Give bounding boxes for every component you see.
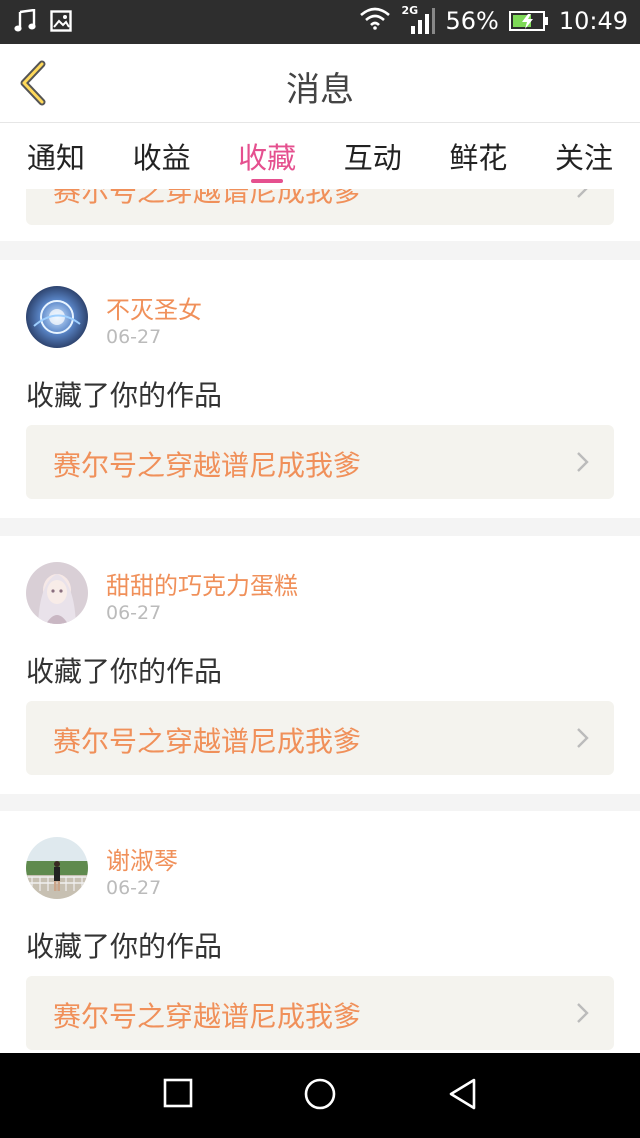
message-list: 赛尔号之穿越谱尼成我爹 不灭圣女 06-27 收藏了你的作品 赛尔号之穿越谱尼成…	[0, 189, 640, 1053]
timestamp: 06-27	[106, 877, 162, 899]
tab-earnings[interactable]: 收益	[130, 123, 194, 189]
username[interactable]: 甜甜的巧克力蛋糕	[106, 566, 298, 601]
battery-icon	[508, 10, 549, 32]
chevron-right-icon	[576, 727, 590, 753]
username[interactable]: 谢淑琴	[106, 841, 178, 876]
image-icon	[50, 10, 72, 36]
clock: 10:49	[558, 7, 628, 35]
username[interactable]: 不灭圣女	[106, 290, 202, 325]
list-item: 甜甜的巧克力蛋糕 06-27 收藏了你的作品 赛尔号之穿越谱尼成我爹	[0, 536, 640, 794]
page-title: 消息	[286, 70, 354, 110]
avatar[interactable]	[26, 562, 88, 624]
signal-icon: 2G	[401, 4, 436, 36]
home-icon	[304, 1078, 336, 1110]
wifi-icon	[359, 6, 391, 36]
work-link[interactable]: 赛尔号之穿越谱尼成我爹	[26, 189, 614, 225]
tab-bar: 通知 收益 收藏 互动 鲜花 关注	[0, 123, 640, 189]
action-text: 收藏了你的作品	[26, 655, 223, 688]
work-title: 赛尔号之穿越谱尼成我爹	[53, 189, 362, 208]
tab-interaction[interactable]: 互动	[341, 123, 405, 189]
home-button[interactable]	[303, 1077, 337, 1115]
music-note-icon	[14, 8, 36, 37]
tab-flowers[interactable]: 鲜花	[446, 123, 510, 189]
status-bar: 2G 56% 10:49	[0, 0, 640, 44]
chevron-right-icon	[576, 189, 590, 203]
tab-following[interactable]: 关注	[552, 123, 616, 189]
tab-favorites[interactable]: 收藏	[235, 123, 299, 189]
recent-apps-button[interactable]	[162, 1077, 194, 1113]
avatar[interactable]	[26, 286, 88, 348]
tab-notifications[interactable]: 通知	[24, 123, 88, 189]
battery-percent: 56%	[445, 7, 499, 35]
work-title: 赛尔号之穿越谱尼成我爹	[53, 1000, 362, 1033]
navigation-bar	[0, 1053, 640, 1138]
work-link[interactable]: 赛尔号之穿越谱尼成我爹	[26, 976, 614, 1050]
list-item: 不灭圣女 06-27 收藏了你的作品 赛尔号之穿越谱尼成我爹	[0, 260, 640, 518]
action-text: 收藏了你的作品	[26, 379, 223, 412]
list-item: 赛尔号之穿越谱尼成我爹	[0, 189, 640, 241]
work-link[interactable]: 赛尔号之穿越谱尼成我爹	[26, 425, 614, 499]
work-link[interactable]: 赛尔号之穿越谱尼成我爹	[26, 701, 614, 775]
recent-apps-icon	[163, 1078, 193, 1108]
header: 消息	[0, 44, 640, 123]
avatar[interactable]	[26, 837, 88, 899]
work-title: 赛尔号之穿越谱尼成我爹	[53, 449, 362, 482]
list-item: 谢淑琴 06-27 收藏了你的作品 赛尔号之穿越谱尼成我爹	[0, 811, 640, 1053]
nav-back-button[interactable]	[446, 1077, 480, 1115]
timestamp: 06-27	[106, 326, 162, 348]
chevron-right-icon	[576, 451, 590, 477]
action-text: 收藏了你的作品	[26, 930, 223, 963]
chevron-right-icon	[576, 1002, 590, 1028]
back-triangle-icon	[449, 1078, 476, 1110]
work-title: 赛尔号之穿越谱尼成我爹	[53, 725, 362, 758]
timestamp: 06-27	[106, 602, 162, 624]
